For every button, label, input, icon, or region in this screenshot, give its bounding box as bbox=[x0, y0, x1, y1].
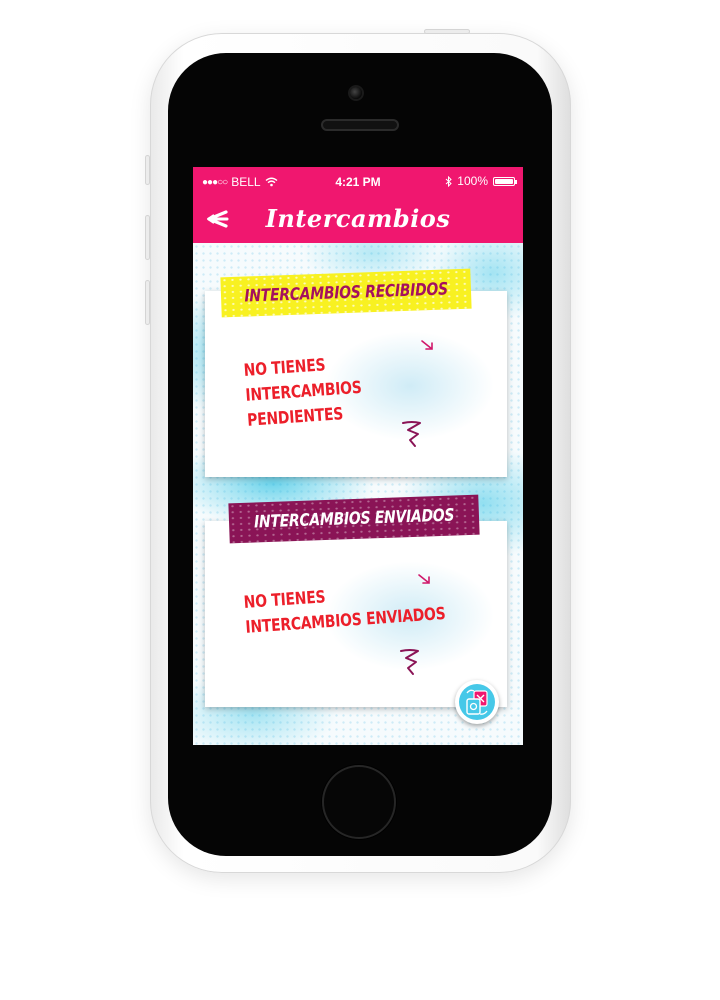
navigation-bar: Intercambios bbox=[193, 195, 523, 243]
status-right: 100% bbox=[445, 174, 517, 188]
received-empty-message: NO TIENES INTERCAMBIOS PENDIENTES bbox=[243, 344, 464, 434]
front-camera bbox=[350, 87, 362, 99]
exchange-icon bbox=[466, 689, 488, 715]
sent-exchanges-card: NO TIENES INTERCAMBIOS ENVIADOS bbox=[205, 521, 507, 707]
phone-volume-up bbox=[145, 215, 150, 260]
received-exchanges-card: NO TIENES INTERCAMBIOS PENDIENTES bbox=[205, 291, 507, 477]
arrow-doodle-icon bbox=[418, 574, 430, 584]
bluetooth-icon bbox=[445, 175, 453, 187]
exchanges-content: NO TIENES INTERCAMBIOS PENDIENTES INTERC… bbox=[193, 243, 523, 745]
page-title: Intercambios bbox=[265, 204, 451, 233]
phone-screen: ●●●○○ BELL 4:21 PM 100% Intercambios NO … bbox=[193, 167, 523, 745]
status-bar: ●●●○○ BELL 4:21 PM 100% bbox=[193, 167, 523, 195]
battery-fill bbox=[495, 178, 513, 184]
new-exchange-button[interactable] bbox=[455, 680, 499, 724]
fab-circle bbox=[459, 684, 495, 720]
squiggle-doodle-icon bbox=[402, 421, 421, 447]
phone-volume-down bbox=[145, 280, 150, 325]
received-banner-label: INTERCAMBIOS RECIBIDOS bbox=[243, 279, 449, 307]
battery-icon bbox=[493, 176, 517, 186]
phone-silent-switch bbox=[145, 155, 150, 185]
arrow-doodle-icon bbox=[421, 340, 433, 350]
squiggle-doodle-icon bbox=[400, 649, 419, 675]
battery-percent: 100% bbox=[457, 174, 488, 188]
phone-power-button bbox=[424, 29, 470, 34]
sent-banner-label: INTERCAMBIOS ENVIADOS bbox=[253, 505, 455, 533]
earpiece-speaker bbox=[321, 119, 399, 131]
home-button[interactable] bbox=[322, 765, 396, 839]
